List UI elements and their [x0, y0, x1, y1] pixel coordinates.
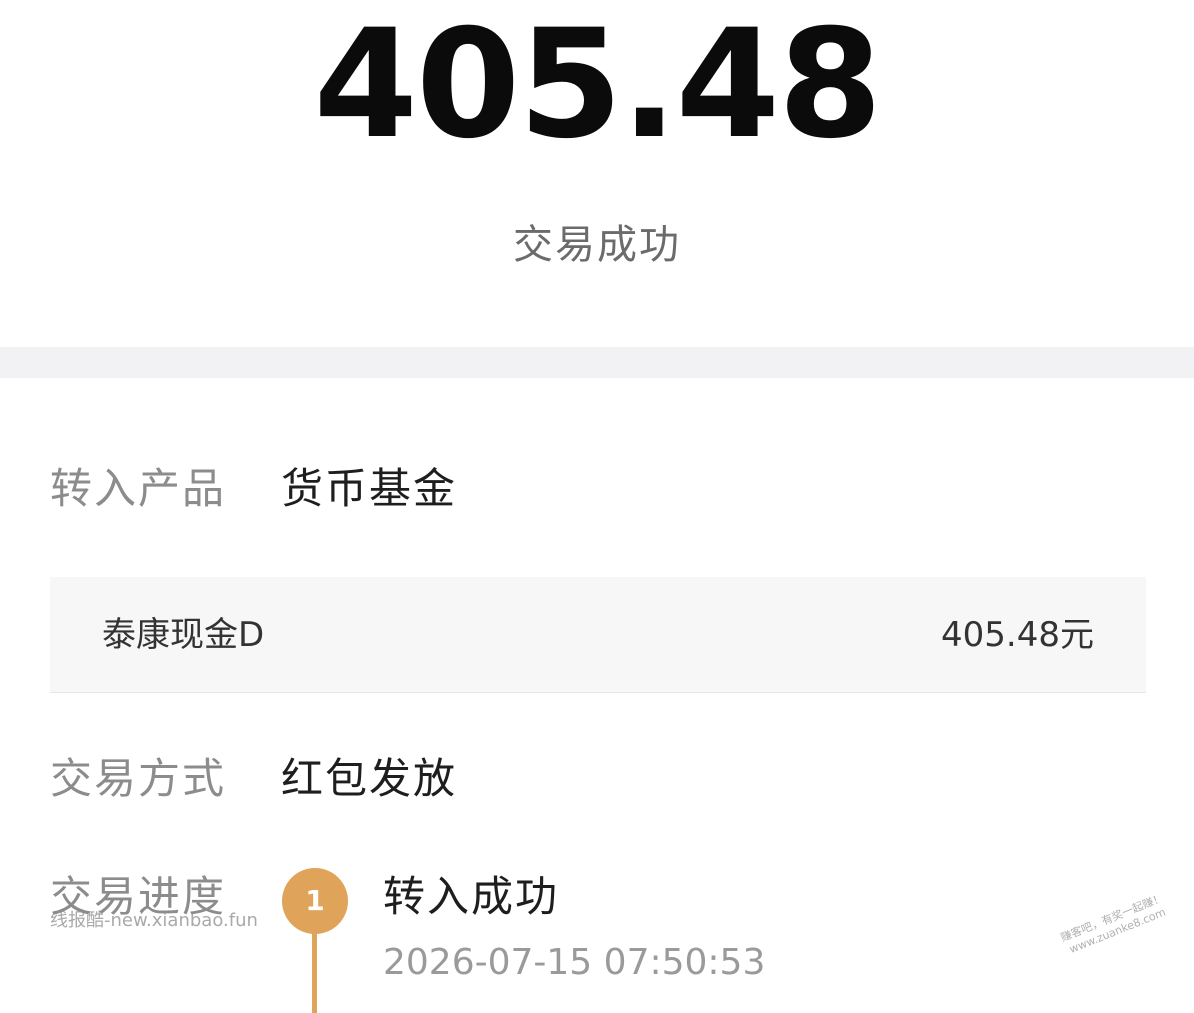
step-number-badge: 1	[282, 868, 348, 934]
progress-timeline-line	[312, 925, 317, 1013]
step-title: 转入成功	[383, 872, 560, 921]
transaction-status: 交易成功	[513, 222, 681, 268]
product-name: 泰康现金D	[102, 615, 265, 655]
product-card[interactable]: 泰康现金D 405.48元	[50, 577, 1146, 693]
product-amount: 405.48元	[941, 615, 1094, 655]
step-timestamp: 2026-07-15 07:50:53	[383, 942, 766, 983]
product-label: 转入产品	[50, 464, 227, 513]
product-value: 货币基金	[281, 464, 458, 513]
method-label: 交易方式	[50, 754, 227, 803]
watermark-right: 赚客吧，有奖一起赚！ www.zuanke8.com	[1045, 886, 1185, 964]
transaction-amount: 405.48	[313, 0, 883, 172]
watermark-left: 线报酷-new.xianbao.fun	[50, 910, 258, 931]
section-divider	[0, 347, 1194, 378]
method-value: 红包发放	[281, 754, 458, 803]
